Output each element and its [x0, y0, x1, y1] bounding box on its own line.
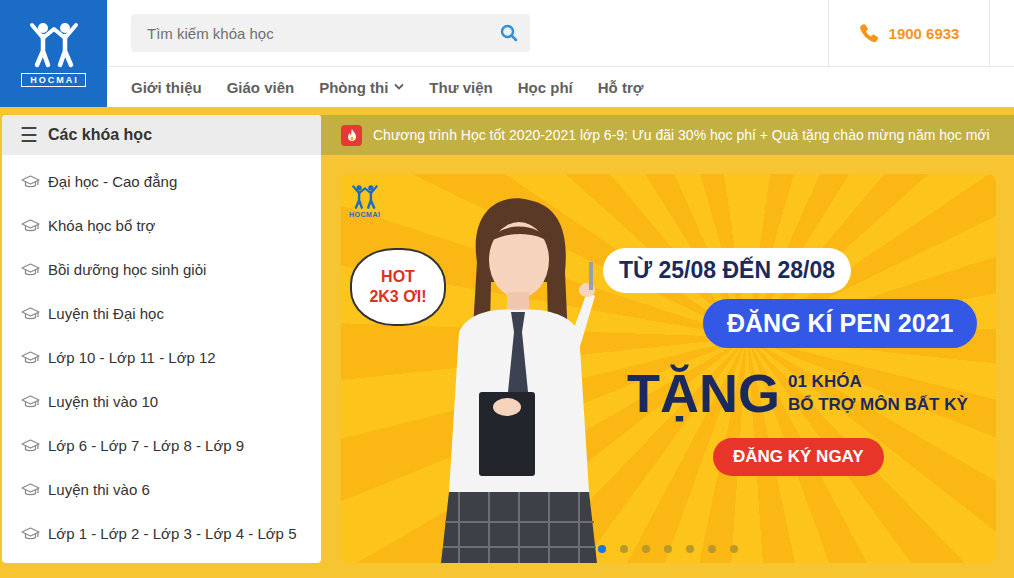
graduation-cap-icon — [21, 262, 40, 276]
people-logo-icon — [26, 21, 82, 69]
hotline-number[interactable]: 1900 6933 — [889, 25, 960, 42]
hotline[interactable]: 1900 6933 — [828, 0, 990, 66]
carousel-dot[interactable] — [664, 545, 672, 553]
nav-item[interactable]: Học phí — [518, 79, 573, 96]
carousel-dot[interactable] — [686, 545, 694, 553]
logo-text: HOCMAI — [21, 73, 86, 87]
graduation-cap-icon — [21, 218, 40, 232]
header: HOCMAI 1900 6933 Giới thiệu Giáo viên Phòng … — [0, 0, 1014, 107]
gift-line: BỔ TRỢ MÔN BẤT KỲ — [788, 393, 968, 416]
nav-item[interactable]: Giới thiệu — [131, 79, 202, 96]
people-logo-icon — [350, 184, 380, 210]
bubble-line: HOT — [381, 267, 415, 287]
sidebar-item[interactable]: Luyện thi Đại học — [2, 291, 321, 335]
fire-icon — [345, 128, 359, 142]
sidebar-item[interactable]: Lớp 10 - Lớp 11 - Lớp 12 — [2, 335, 321, 379]
nav-label[interactable]: Học phí — [518, 79, 573, 96]
nav-label[interactable]: Hỗ trợ — [598, 79, 644, 96]
chevron-down-icon — [394, 83, 404, 91]
sidebar-item[interactable]: Đại học - Cao đẳng — [2, 159, 321, 203]
carousel-dot[interactable] — [642, 545, 650, 553]
nav-label[interactable]: Phòng thi — [319, 79, 388, 96]
phone-icon — [859, 23, 879, 43]
nav-item[interactable]: Hỗ trợ — [598, 79, 644, 96]
main-nav: Giới thiệu Giáo viên Phòng thi Thư viện Học … — [107, 67, 1014, 107]
sidebar-item[interactable]: Luyện thi vào 6 — [2, 467, 321, 511]
graduation-cap-icon — [21, 306, 40, 320]
course-sidebar: ☰ Các khóa học Đại học - Cao đẳng Khóa học … — [2, 115, 321, 563]
graduation-cap-icon — [21, 482, 40, 496]
graduation-cap-icon — [21, 350, 40, 364]
date-pill: TỪ 25/08 ĐẾN 28/08 — [603, 248, 851, 293]
sidebar-header[interactable]: ☰ Các khóa học — [2, 115, 321, 155]
announcement-text[interactable]: Chương trình Học tốt 2020-2021 lớp 6-9: … — [373, 127, 990, 143]
sidebar-item-label[interactable]: Luyện thi vào 10 — [48, 393, 158, 410]
fire-badge — [341, 125, 362, 146]
sidebar-item-label[interactable]: Lớp 6 - Lớp 7 - Lớp 8 - Lớp 9 — [48, 437, 244, 454]
sidebar-item[interactable]: Lớp 6 - Lớp 7 - Lớp 8 - Lớp 9 — [2, 423, 321, 467]
sidebar-item-label[interactable]: Khóa học bổ trợ — [48, 217, 155, 234]
sidebar-item-label[interactable]: Đại học - Cao đẳng — [48, 173, 177, 190]
main-content: ☰ Các khóa học Đại học - Cao đẳng Khóa học … — [0, 107, 1014, 578]
carousel-dot[interactable] — [708, 545, 716, 553]
carousel-dot[interactable] — [730, 545, 738, 553]
nav-label[interactable]: Giáo viên — [227, 79, 295, 96]
sidebar-item[interactable]: Bồi dưỡng học sinh giỏi — [2, 247, 321, 291]
carousel-dot[interactable] — [620, 545, 628, 553]
logo[interactable]: HOCMAI — [0, 0, 107, 107]
search-box[interactable] — [131, 14, 530, 52]
graduation-cap-icon — [21, 394, 40, 408]
sidebar-item-label[interactable]: Bồi dưỡng học sinh giỏi — [48, 261, 206, 278]
sidebar-item-label[interactable]: Lớp 1 - Lớp 2 - Lớp 3 - Lớp 4 - Lớp 5 — [48, 525, 296, 542]
sidebar-item-label[interactable]: Luyện thi vào 6 — [48, 481, 150, 498]
menu-icon[interactable]: ☰ — [20, 123, 38, 147]
search-icon — [500, 24, 518, 42]
banner-logo: HOCMAI — [349, 184, 380, 219]
carousel-dots — [598, 545, 738, 553]
nav-item[interactable]: Giáo viên — [227, 79, 295, 96]
sidebar-item-label[interactable]: Luyện thi Đại học — [48, 305, 164, 322]
headline-pill: ĐĂNG KÍ PEN 2021 — [703, 299, 977, 348]
carousel-dot[interactable] — [598, 545, 606, 553]
graduation-cap-icon — [21, 174, 40, 188]
sidebar-item[interactable]: Khóa học bổ trợ — [2, 203, 321, 247]
gift-title: TẶNG — [627, 362, 780, 424]
nav-label[interactable]: Thư viện — [429, 79, 492, 96]
sidebar-item[interactable]: Lớp 1 - Lớp 2 - Lớp 3 - Lớp 4 - Lớp 5 — [2, 511, 321, 555]
graduation-cap-icon — [21, 526, 40, 540]
register-button[interactable]: ĐĂNG KÝ NGAY — [713, 438, 884, 476]
announcement-bar[interactable]: Chương trình Học tốt 2020-2021 lớp 6-9: … — [321, 115, 1014, 155]
hot-bubble: HOT2K3 ƠI! — [350, 248, 446, 326]
sidebar-item[interactable]: Luyện thi vào 10 — [2, 379, 321, 423]
nav-item[interactable]: Thư viện — [429, 79, 492, 96]
sidebar-title: Các khóa học — [48, 126, 152, 144]
graduation-cap-icon — [21, 438, 40, 452]
promo-banner[interactable]: HOCMAI HOT2K3 ƠI! TỪ 25/08 ĐẾN 28/08 ĐĂNG K… — [341, 174, 996, 563]
search-input[interactable] — [145, 24, 492, 43]
nav-label[interactable]: Giới thiệu — [131, 79, 202, 96]
banner-logo-text: HOCMAI — [349, 211, 380, 219]
student-photo — [419, 192, 609, 563]
sidebar-item-label[interactable]: Lớp 10 - Lớp 11 - Lớp 12 — [48, 349, 216, 366]
nav-item[interactable]: Phòng thi — [319, 79, 404, 96]
bubble-line: 2K3 ƠI! — [369, 287, 426, 307]
gift-line: 01 KHÓA — [788, 370, 968, 393]
